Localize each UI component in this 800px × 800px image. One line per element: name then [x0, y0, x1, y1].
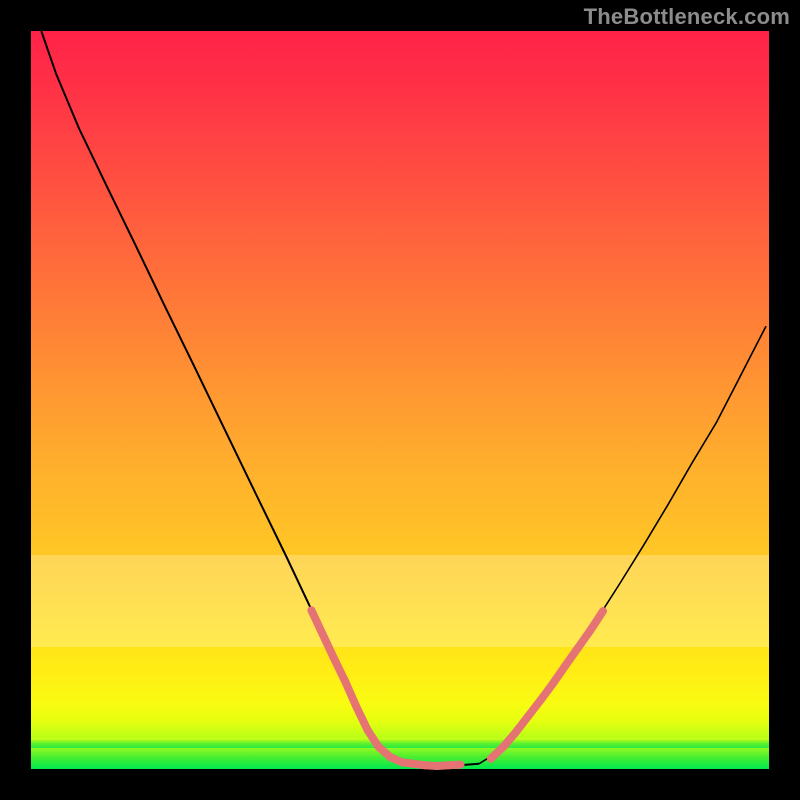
right-curve — [479, 326, 766, 764]
left-dotted-highlight — [311, 610, 460, 766]
curve-layer — [0, 0, 800, 800]
left-curve — [41, 31, 479, 766]
right-dotted-highlight — [491, 611, 603, 759]
